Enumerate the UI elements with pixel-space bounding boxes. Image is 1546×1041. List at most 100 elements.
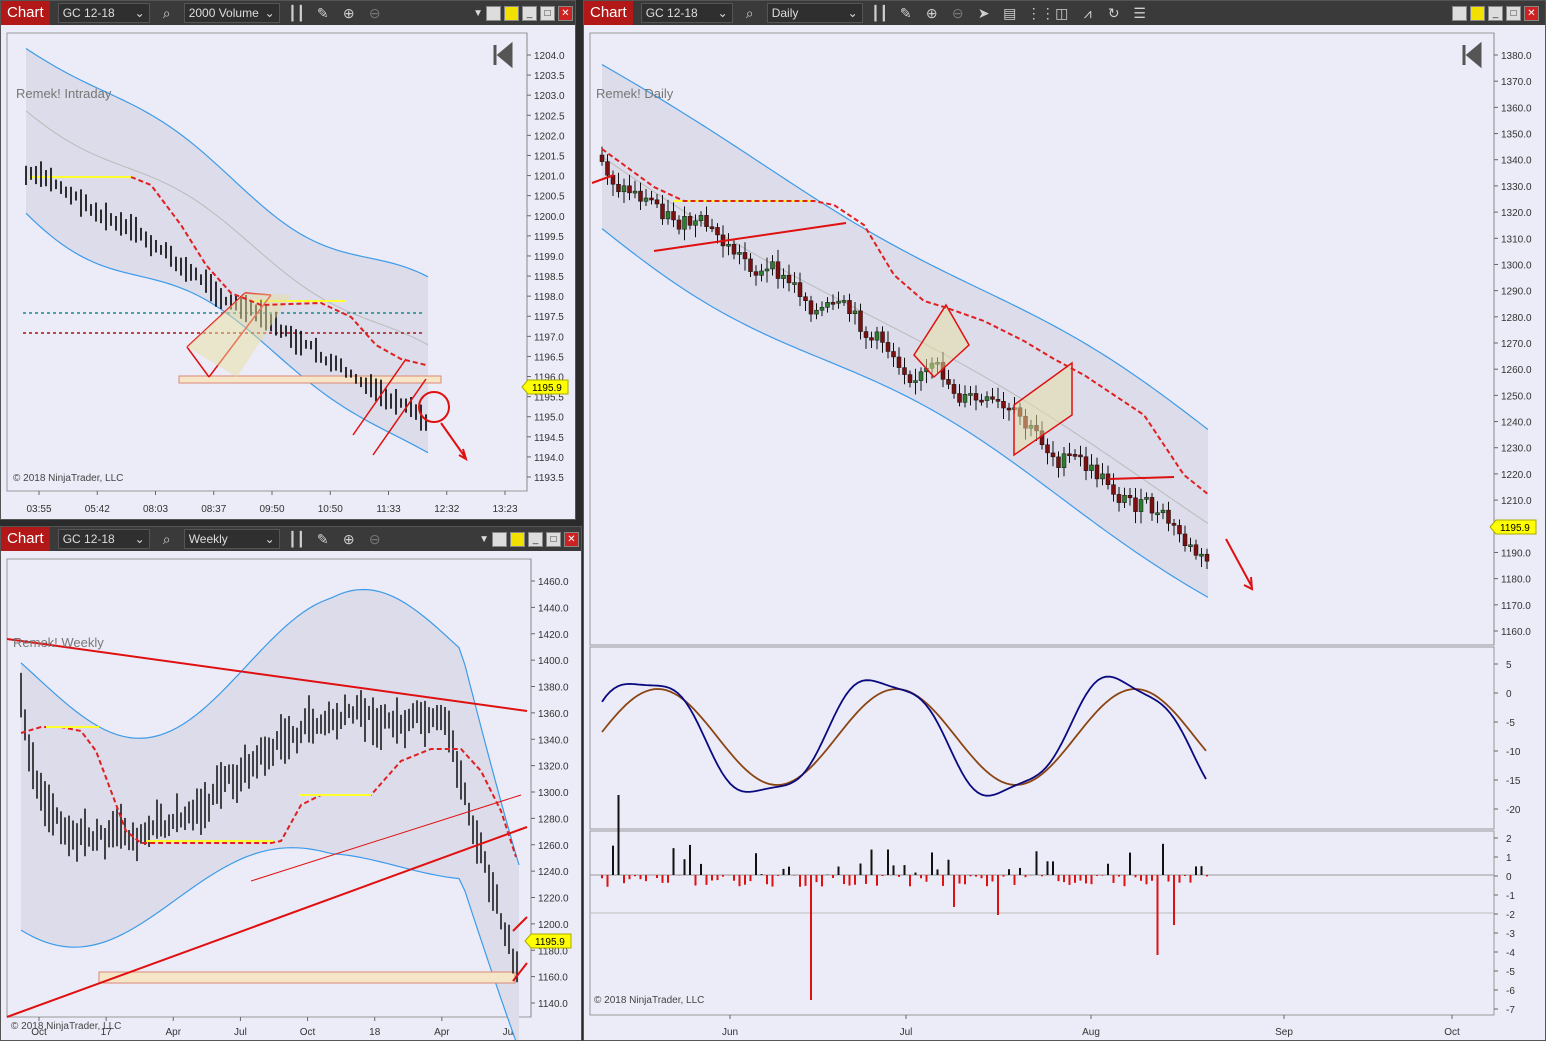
candle-body <box>726 243 731 247</box>
pencil-icon[interactable]: ✎ <box>897 5 915 22</box>
histogram-bar <box>722 875 724 877</box>
weekly-chart-window[interactable]: Chart GC 12-18 ⌄ ⌕ Weekly ⌄ ┃┃ ✎ ⊕ ⊖ ▼ _ □… <box>0 526 582 1041</box>
search-icon[interactable]: ⌕ <box>158 531 176 548</box>
histogram-bar <box>1101 875 1104 876</box>
close-button[interactable]: ✕ <box>558 5 573 21</box>
bars-icon[interactable]: ┃┃ <box>288 5 306 22</box>
candle-body <box>770 261 775 270</box>
candle-body <box>1094 464 1100 480</box>
candle-body <box>962 394 968 403</box>
histogram-bar <box>909 875 911 887</box>
indicators-icon[interactable]: ◫ <box>1053 5 1071 22</box>
intraday-chart-window[interactable]: Chart GC 12-18 ⌄ ⌕ 2000 Volume ⌄ ┃┃ ✎ ⊕ ⊖ … <box>0 0 576 520</box>
maximize-button[interactable]: □ <box>540 5 555 21</box>
maximize-button[interactable]: □ <box>1506 5 1521 21</box>
chart-menu-button[interactable]: Chart <box>584 1 633 25</box>
y-tick-label: 1204.0 <box>534 51 565 62</box>
histogram-bar <box>612 845 614 875</box>
y-tick-label: 1420.0 <box>538 630 569 641</box>
candle-body <box>1116 494 1122 503</box>
interval-selector[interactable]: Weekly ⌄ <box>183 529 280 549</box>
candle-body <box>1127 495 1133 499</box>
interval-value: Weekly <box>188 532 228 546</box>
reload-icon[interactable]: ↻ <box>1105 5 1123 22</box>
y-tick-label: 1194.5 <box>534 433 564 444</box>
dropdown-arrow-icon[interactable]: ▼ <box>479 534 489 545</box>
interval-selector[interactable]: 2000 Volume ⌄ <box>183 3 280 23</box>
link-color-button[interactable] <box>510 531 525 547</box>
zoom-out-icon[interactable]: ⊖ <box>366 5 384 22</box>
chart-menu-button[interactable]: Chart <box>1 1 50 25</box>
minimize-button[interactable]: _ <box>522 5 537 21</box>
bars-icon[interactable]: ┃┃ <box>871 5 889 22</box>
chevron-down-icon: ⌄ <box>264 532 275 546</box>
histogram-bar <box>716 875 719 881</box>
maximize-button[interactable]: □ <box>546 531 561 547</box>
histogram-bar <box>1090 875 1093 885</box>
zoom-in-icon[interactable]: ⊕ <box>340 5 358 22</box>
close-button[interactable]: ✕ <box>564 531 579 547</box>
strategy-icon[interactable]: ⋮⋮ <box>1027 5 1055 22</box>
link-color-button[interactable] <box>1470 5 1485 21</box>
histogram-bar <box>914 872 917 875</box>
histogram-bar <box>865 875 867 884</box>
zoom-in-icon[interactable]: ⊕ <box>340 531 358 548</box>
minimize-button[interactable]: _ <box>528 531 543 547</box>
daily-price-panel[interactable]: 1380.0 1370.0 1360.0 1350.0 1340.0 1330.0 1320… <box>584 25 1545 1040</box>
instrument-selector[interactable]: GC 12-18 ⌄ <box>57 3 150 23</box>
tile-button[interactable] <box>1452 5 1467 21</box>
histogram-bar <box>1162 843 1164 875</box>
link-color-button[interactable] <box>504 5 519 21</box>
daily-chart-window[interactable]: Chart GC 12-18 ⌄ ⌕ Daily ⌄ ┃┃ ✎ ⊕ ⊖ ➤ ▤ ⋮⋮… <box>583 0 1546 1041</box>
y-tick-label: 1210.0 <box>1501 496 1532 507</box>
histogram-bar <box>1063 875 1065 883</box>
chart-menu-button[interactable]: Chart <box>1 527 50 551</box>
menu-icon[interactable]: ☰ <box>1131 5 1149 22</box>
instrument-selector[interactable]: GC 12-18 ⌄ <box>640 3 733 23</box>
zoom-out-icon[interactable]: ⊖ <box>366 531 384 548</box>
weekly-price-panel[interactable]: 1460.0 1440.0 1420.0 1400.0 1380.0 1360.0 1340… <box>1 551 581 1040</box>
candle-body <box>1045 444 1050 454</box>
instrument-selector[interactable]: GC 12-18 ⌄ <box>57 529 150 549</box>
y-tick-label: 1330.0 <box>1501 182 1532 193</box>
zoom-in-icon[interactable]: ⊕ <box>923 5 941 22</box>
histogram-bar <box>980 875 983 879</box>
search-icon[interactable]: ⌕ <box>158 5 176 22</box>
interval-value: 2000 Volume <box>188 6 259 20</box>
pencil-icon[interactable]: ✎ <box>314 531 332 548</box>
histogram-bar <box>991 875 994 882</box>
y-tick-label: 1194.0 <box>534 453 564 464</box>
y-tick-label: 1197.5 <box>534 312 564 323</box>
bars-icon[interactable]: ┃┃ <box>288 531 306 548</box>
tile-button[interactable] <box>492 531 507 547</box>
candle-body <box>1155 512 1160 516</box>
properties-icon[interactable]: ▤ <box>1001 5 1019 22</box>
x-tick-label: Sep <box>1275 1027 1293 1038</box>
y-tick-label: 1400.0 <box>538 656 569 667</box>
tile-button[interactable] <box>486 5 501 21</box>
close-button[interactable]: ✕ <box>1524 5 1539 21</box>
dropdown-arrow-icon[interactable]: ▼ <box>473 8 483 19</box>
pointer-icon[interactable]: ➤ <box>975 5 993 22</box>
pencil-icon[interactable]: ✎ <box>314 5 332 22</box>
minimize-button[interactable]: _ <box>1488 5 1503 21</box>
histogram-bar <box>1013 875 1016 885</box>
tools-icon[interactable]: ⩘ <box>1079 5 1097 22</box>
search-icon[interactable]: ⌕ <box>741 5 759 22</box>
histogram-bar <box>1140 875 1142 881</box>
interval-selector[interactable]: Daily ⌄ <box>766 3 863 23</box>
histogram-bar <box>1112 875 1115 883</box>
candle-body <box>973 393 979 401</box>
y-tick-label: 1250.0 <box>1501 391 1532 402</box>
y-tick-label: -4 <box>1506 948 1515 959</box>
indicator-label: Remek! Weekly <box>13 635 104 650</box>
histogram-bar <box>777 875 779 876</box>
histogram-bar <box>953 875 955 907</box>
y-tick-label: 2 <box>1506 834 1512 845</box>
intraday-price-panel[interactable]: 1204.0 1203.5 1203.0 1202.5 1202.0 1201.5 1201… <box>1 25 575 519</box>
y-tick-label: 1310.0 <box>1501 234 1532 245</box>
y-tick-label: -2 <box>1506 910 1515 921</box>
zoom-out-icon[interactable]: ⊖ <box>949 5 967 22</box>
candle-body <box>1193 544 1199 556</box>
copyright-text: © 2018 NinjaTrader, LLC <box>594 995 704 1006</box>
